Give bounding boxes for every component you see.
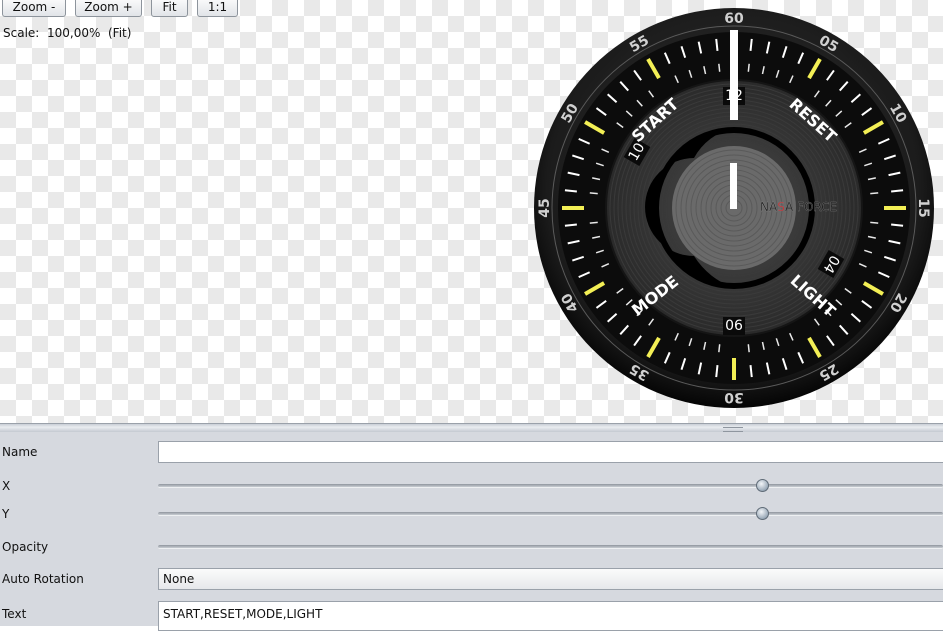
minute-tick: [715, 38, 719, 51]
minute-tick: [891, 223, 904, 227]
name-field[interactable]: [158, 441, 943, 463]
inner-tick: [718, 63, 721, 72]
auto-rotation-select[interactable]: None: [158, 568, 943, 590]
y-label: Y: [2, 507, 10, 521]
inner-tick: [747, 344, 750, 353]
minute-tick: [891, 189, 904, 193]
fit-button[interactable]: Fit: [151, 0, 188, 17]
bezel-number: 60: [724, 11, 744, 27]
brand-logo-rest: SA FORCE: [777, 200, 837, 214]
inner-tick: [870, 192, 879, 195]
opacity-slider-track[interactable]: [158, 545, 943, 549]
inner-numeral: 06: [725, 318, 743, 334]
minute-tick: [564, 223, 577, 227]
zoom-in-button[interactable]: Zoom +: [75, 0, 142, 17]
zoom-out-button[interactable]: Zoom -: [2, 0, 66, 17]
splitter-handle[interactable]: [0, 423, 943, 432]
x-label: X: [2, 479, 11, 493]
inner-tick: [870, 221, 879, 224]
inner-tick: [718, 344, 721, 353]
minute-tick: [564, 189, 577, 193]
scale-value: 100,00%: [46, 26, 101, 40]
minute-tick: [715, 365, 719, 378]
name-label: Name: [2, 445, 38, 459]
properties-panel: Name X Y Opacity Auto Rotation None Text…: [0, 432, 943, 631]
brand-logo-tail: A FORCE: [785, 200, 837, 214]
scale-mode: (Fit): [108, 26, 132, 40]
watch-preview-canvas: Zoom - Zoom + Fit 1:1 Scale: 100,00% (Fi…: [0, 0, 943, 423]
x-slider-thumb[interactable]: [756, 479, 770, 492]
y-slider-thumb[interactable]: [756, 507, 770, 520]
text-field[interactable]: START,RESET,MODE,LIGHT: [158, 601, 943, 631]
opacity-label: Opacity: [2, 540, 49, 554]
brand-logo-a: S: [777, 200, 785, 214]
brand-logo: NASA FORCE: [760, 200, 837, 214]
inner-tick: [747, 63, 750, 72]
text-label: Text: [2, 607, 27, 621]
scale-label: Scale:: [3, 26, 40, 40]
scale-indicator: Scale: 100,00% (Fit): [3, 26, 131, 40]
bezel-number: 15: [915, 198, 931, 217]
second-hand: [730, 163, 737, 209]
bezel-number: 30: [724, 389, 744, 405]
y-slider-track[interactable]: [158, 512, 943, 516]
x-slider-track[interactable]: [158, 484, 943, 488]
watch-dial: 600510152025303540455055 12040610STARTRE…: [534, 8, 934, 408]
minute-hand: [730, 30, 738, 120]
minute-tick: [749, 365, 753, 378]
inner-tick: [589, 192, 598, 195]
brand-logo-accent: NA: [760, 200, 778, 214]
minute-tick: [749, 38, 753, 51]
bezel-number: 45: [537, 198, 553, 217]
inner-tick: [589, 221, 598, 224]
auto-rotation-label: Auto Rotation: [2, 572, 84, 586]
actual-size-button[interactable]: 1:1: [197, 0, 238, 17]
